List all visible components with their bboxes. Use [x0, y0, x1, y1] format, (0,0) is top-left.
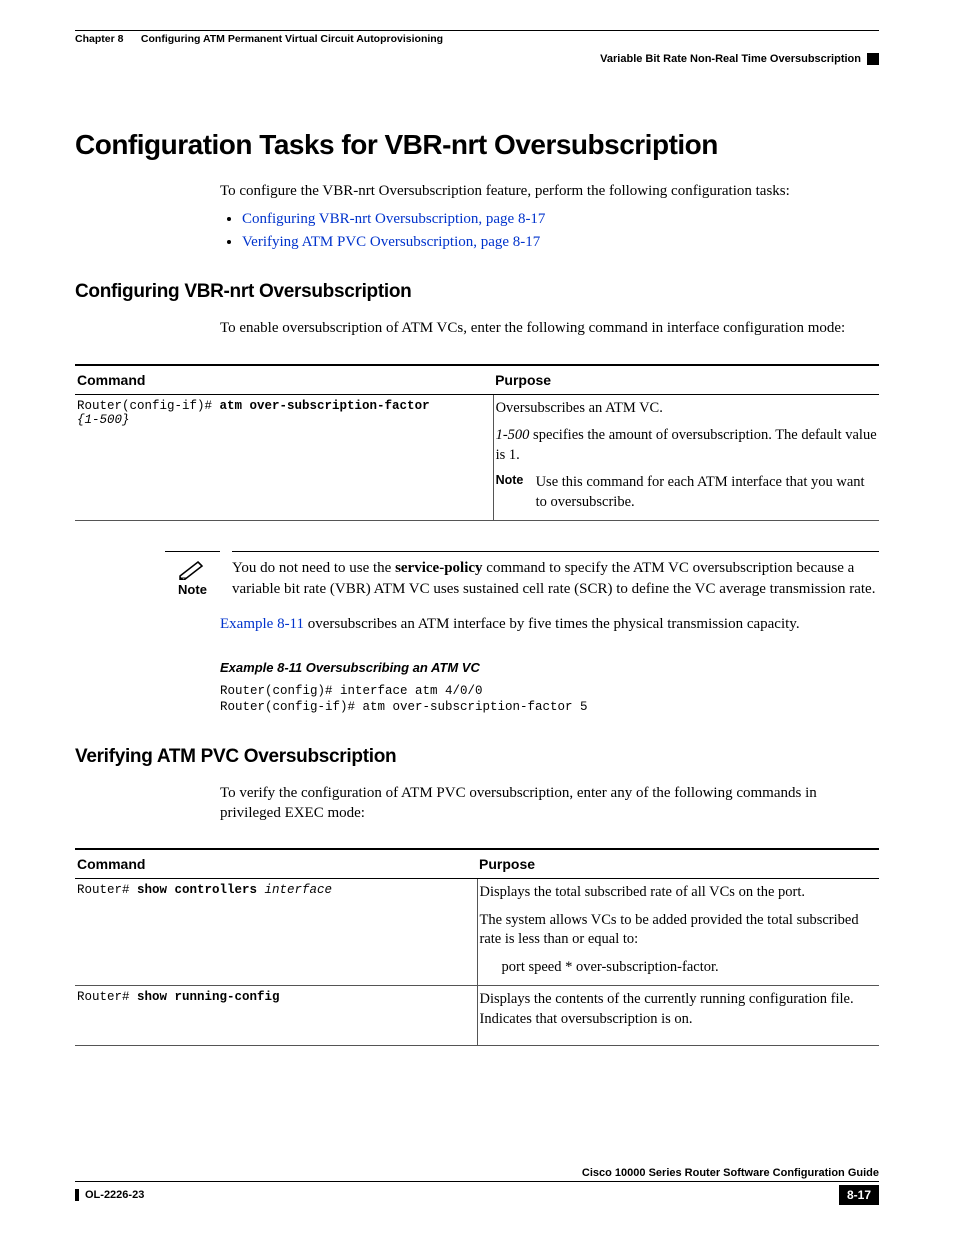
crossref-link[interactable]: Verifying ATM PVC Oversubscription, page…: [242, 234, 540, 250]
table-row: Router# show controllers interface Displ…: [75, 879, 879, 986]
note-body: You do not need to use the service-polic…: [232, 551, 879, 599]
list-item: Verifying ATM PVC Oversubscription, page…: [242, 234, 879, 251]
column-header-command: Command: [75, 365, 493, 395]
table-row: Router(config-if)# atm over-subscription…: [75, 394, 879, 521]
example-caption: Example 8-11 Oversubscribing an ATM VC: [220, 660, 879, 675]
command-table-2: Command Purpose Router# show controllers…: [75, 848, 879, 1046]
purpose-line: Oversubscribes an ATM VC.: [496, 399, 877, 419]
command-cell: Router# show running-config: [75, 986, 477, 1046]
purpose-cell: Displays the total subscribed rate of al…: [477, 879, 879, 986]
command-cell: Router# show controllers interface: [75, 879, 477, 986]
cli-argument: interface: [265, 883, 333, 897]
document-number: OL-2226-23: [75, 1189, 144, 1201]
note-block: Note You do not need to use the service-…: [165, 551, 879, 599]
cli-command: atm over-subscription-factor: [220, 399, 430, 413]
command-table-1: Command Purpose Router(config-if)# atm o…: [75, 364, 879, 522]
cli-prompt: Router#: [77, 990, 137, 1004]
cli-command: show controllers: [137, 883, 265, 897]
page-number: 8-17: [839, 1185, 879, 1205]
cli-prompt: Router(config-if)#: [77, 399, 220, 413]
task-link-list: Configuring VBR-nrt Oversubscription, pa…: [220, 211, 879, 251]
purpose-line: The system allows VCs to be added provid…: [480, 911, 878, 950]
section-heading: Verifying ATM PVC Oversubscription: [75, 746, 879, 768]
chapter-label: Chapter 8 Configuring ATM Permanent Virt…: [75, 33, 443, 45]
table-row: Router# show running-config Displays the…: [75, 986, 879, 1046]
footer-guide-title: Cisco 10000 Series Router Software Confi…: [75, 1167, 879, 1182]
section-label: Variable Bit Rate Non-Real Time Oversubs…: [600, 53, 861, 65]
column-header-command: Command: [75, 849, 477, 879]
note-label: Note: [178, 582, 207, 597]
crossref-link[interactable]: Example 8-11: [220, 616, 304, 632]
section-intro: To enable oversubscription of ATM VCs, e…: [220, 318, 879, 338]
purpose-text: specifies the amount of oversubscription…: [496, 427, 877, 463]
note-command-name: service-policy: [395, 560, 482, 576]
purpose-line: Displays the contents of the currently r…: [480, 990, 878, 1029]
intro-paragraph: To configure the VBR-nrt Oversubscriptio…: [220, 181, 879, 201]
example-code-block: Router(config)# interface atm 4/0/0 Rout…: [220, 683, 879, 716]
page-footer: Cisco 10000 Series Router Software Confi…: [75, 1167, 879, 1205]
section-heading: Configuring VBR-nrt Oversubscription: [75, 281, 879, 303]
column-header-purpose: Purpose: [477, 849, 879, 879]
page-header: Chapter 8 Configuring ATM Permanent Virt…: [75, 30, 879, 45]
crossref-link[interactable]: Configuring VBR-nrt Oversubscription, pa…: [242, 211, 545, 227]
cli-prompt: Router#: [77, 883, 137, 897]
note-text: Use this command for each ATM interface …: [536, 473, 877, 512]
command-cell: Router(config-if)# atm over-subscription…: [75, 394, 493, 521]
example-reference: Example 8-11 oversubscribes an ATM inter…: [220, 614, 879, 634]
section-intro: To verify the configuration of ATM PVC o…: [220, 783, 879, 824]
purpose-cell: Oversubscribes an ATM VC. 1-500 specifie…: [493, 394, 879, 521]
example-ref-text: oversubscribes an ATM interface by five …: [304, 616, 800, 632]
cli-argument: {1-500}: [77, 413, 130, 427]
purpose-cell: Displays the contents of the currently r…: [477, 986, 879, 1046]
list-item: Configuring VBR-nrt Oversubscription, pa…: [242, 211, 879, 228]
page-title: Configuration Tasks for VBR-nrt Oversubs…: [75, 129, 879, 161]
pencil-icon: [178, 558, 208, 580]
purpose-formula: port speed * over-subscription-factor.: [502, 958, 878, 978]
note-text-pre: You do not need to use the: [232, 560, 395, 576]
section-header-row: Variable Bit Rate Non-Real Time Oversubs…: [75, 47, 879, 69]
column-header-purpose: Purpose: [493, 365, 879, 395]
inline-note: Note Use this command for each ATM inter…: [496, 473, 877, 512]
purpose-line: 1-500 specifies the amount of oversubscr…: [496, 426, 877, 465]
note-label: Note: [496, 473, 532, 512]
cli-command: show running-config: [137, 990, 280, 1004]
note-icon-column: Note: [165, 551, 220, 599]
section-marker-icon: [867, 53, 879, 65]
purpose-line: Displays the total subscribed rate of al…: [480, 883, 878, 903]
arg-range: 1-500: [496, 427, 530, 443]
